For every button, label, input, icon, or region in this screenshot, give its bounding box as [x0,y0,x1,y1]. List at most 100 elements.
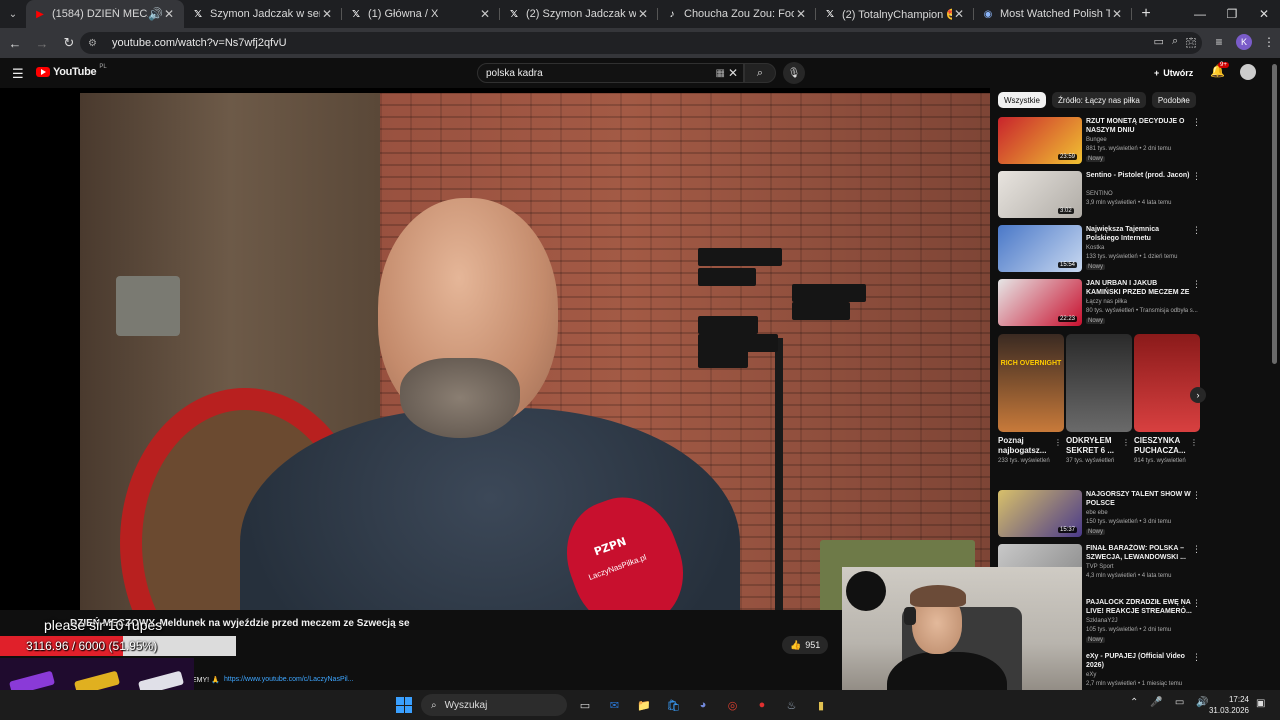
youtube-logo[interactable]: YouTube PL [36,64,107,78]
more-actions-icon[interactable]: ⋮ [1190,438,1198,447]
steam-icon[interactable]: ♨ [783,696,801,714]
outlook-icon[interactable]: ✉ [606,696,624,714]
browser-tab[interactable]: ▶ (1584) DZIEŃ MECZOWY. M🔊✕ [26,0,184,28]
more-actions-icon[interactable]: ⋮ [1122,438,1130,447]
video-player[interactable]: PZPN LaczyNasPilka.pl [0,88,990,610]
tab-close-icon[interactable]: ✕ [794,7,808,21]
channel-name[interactable]: Łączy nas piłka [1086,299,1127,305]
more-actions-icon[interactable]: ⋮ [1054,438,1062,447]
channel-name[interactable]: SzklanaY2J [1086,618,1118,624]
shorts-next-icon[interactable]: › [1190,387,1206,403]
short-thumbnail[interactable] [1134,334,1200,432]
address-bar[interactable]: ⚙ youtube.com/watch?v=Ns7wfj2qfvU ▭ ⌕ ☆ [80,32,1202,54]
explorer-icon[interactable]: ▭ [576,696,594,714]
tray-display-icon[interactable]: ▭ [1175,697,1184,708]
keyboard-icon[interactable]: ▦ [716,68,725,79]
clear-search-icon[interactable]: ✕ [728,66,738,80]
taskbar-search[interactable]: ⌕ Wyszukaj [421,694,567,716]
browser-tab[interactable]: 𝕏 Szymon Jadczak w serwisie X:✕ [184,0,342,28]
search-input[interactable]: polska kadra ▦ ✕ [477,63,744,83]
recommended-video[interactable]: 23:59 RZUT MONETĄ DECYDUJE O NASZYM DNIU B… [998,117,1201,167]
video-title[interactable]: PAJALOCK ZDRADZIŁ EWĘ NA LIVE! REAKCJE S… [1086,598,1192,616]
chips-next-icon[interactable]: › [1182,94,1185,105]
short-video[interactable]: CIESZYNKA PUCHACZA... 914 tys. wyświetleń… [1134,334,1200,466]
filter-chip[interactable]: Wszystkie [998,92,1046,108]
taskbar-clock[interactable]: 17:24 31.03.2026 [1205,694,1249,716]
maximize-icon[interactable]: ❐ [1216,0,1248,28]
files-icon[interactable]: 📁 [635,696,653,714]
browser-tab[interactable]: 𝕏 (2) TotalnyChampion 🤩🫡 w✕ [816,0,974,28]
video-title[interactable]: Największa Tajemnica Polskiego Internetu [1086,225,1192,243]
create-button[interactable]: + Utwórz [1154,64,1193,82]
cast-icon[interactable]: ▭ [1154,35,1164,48]
description-link[interactable]: https://www.youtube.com/c/LaczyNasPil... [224,676,354,683]
channel-name[interactable]: Kostka [1086,245,1104,251]
short-video[interactable]: ODKRYŁEM SEKRET 6 ... 37 tys. wyświetleń ⋮ [1066,334,1132,466]
close-window-icon[interactable]: ✕ [1248,0,1280,28]
like-button[interactable]: 👍 951 [782,636,829,654]
tray-chevron-icon[interactable]: ⌃ [1130,697,1138,708]
short-thumbnail[interactable]: RICH OVERNIGHT [998,334,1064,432]
recorder-icon[interactable]: ● [753,696,771,714]
back-icon[interactable]: ← [3,31,27,55]
profile-avatar[interactable]: K [1236,34,1252,50]
short-video[interactable]: RICH OVERNIGHT Poznaj najbogatsz... 233 ty… [998,334,1064,466]
filter-chip[interactable]: Źródło: Łączy nas piłka [1052,92,1146,108]
video-title[interactable]: Sentino - Pistolet (prod. Jacon) [1086,171,1192,180]
more-actions-icon[interactable]: ⋮ [1192,171,1201,182]
tab-search-icon[interactable]: ⌄ [0,0,26,28]
forward-icon[interactable]: → [30,31,54,55]
discord-icon[interactable]: ◕ [694,696,712,714]
page-scrollbar[interactable] [1272,64,1277,364]
voice-search-button[interactable]: 🎙 [783,62,805,84]
chrome-icon[interactable]: ◎ [724,696,742,714]
notification-center-icon[interactable]: ▣ [1256,698,1265,709]
media-control-icon[interactable]: ≡ [1208,31,1230,53]
recommended-video[interactable]: 15:54 Największa Tajemnica Polskiego Inte… [998,225,1201,275]
extensions-icon[interactable]: ⬚ [1180,31,1202,53]
video-title[interactable]: JAN URBAN I JAKUB KAMIŃSKI PRZED MECZEM … [1086,279,1192,297]
video-title[interactable]: FINAŁ BARAŻÓW: POLSKA – SZWECJA, LEWANDO… [1086,544,1192,562]
minimize-icon[interactable]: — [1184,0,1216,28]
zoom-icon[interactable]: ⌕ [1172,35,1178,48]
more-actions-icon[interactable]: ⋮ [1192,490,1201,501]
channel-name[interactable]: Bungee [1086,137,1107,143]
channel-name[interactable]: ebe ebe [1086,510,1108,516]
browser-tab[interactable]: 𝕏 (1) Główna / X ✕ [342,0,500,28]
tray-mic-icon[interactable]: 🎤 [1150,697,1162,708]
search-button[interactable]: ⌕ [744,63,776,83]
more-actions-icon[interactable]: ⋮ [1192,544,1201,555]
more-actions-icon[interactable]: ⋮ [1192,279,1201,290]
channel-name[interactable]: SENTINO [1086,191,1113,197]
store-icon[interactable]: 🛍 [665,696,683,714]
more-actions-icon[interactable]: ⋮ [1192,117,1201,128]
new-tab-button[interactable]: + [1132,5,1160,23]
browser-tab[interactable]: ◉ Most Watched Polish Twitch St✕ [974,0,1132,28]
tab-audio-icon[interactable]: 🔊 [148,7,163,21]
tab-close-icon[interactable]: ✕ [1110,7,1124,21]
browser-tab[interactable]: 𝕏 (2) Szymon Jadczak w serwisie✕ [500,0,658,28]
more-actions-icon[interactable]: ⋮ [1192,225,1201,236]
short-thumbnail[interactable] [1066,334,1132,432]
guide-menu-icon[interactable]: ☰ [12,66,24,82]
start-windows-icon[interactable] [396,697,412,713]
browser-menu-icon[interactable]: ⋮ [1258,31,1280,53]
video-title[interactable]: RZUT MONETĄ DECYDUJE O NASZYM DNIU [1086,117,1192,135]
tab-close-icon[interactable]: ✕ [636,7,650,21]
channel-name[interactable]: eXy [1086,672,1096,678]
site-info-icon[interactable]: ⚙ [88,38,102,49]
more-actions-icon[interactable]: ⋮ [1192,598,1201,609]
tab-close-icon[interactable]: ✕ [952,7,966,21]
more-actions-icon[interactable]: ⋮ [1192,652,1201,663]
account-avatar[interactable] [1240,64,1256,80]
recommended-video[interactable]: 3:02 Sentino - Pistolet (prod. Jacon) SENT… [998,171,1201,221]
app-icon[interactable]: ▮ [812,696,830,714]
tab-close-icon[interactable]: ✕ [162,7,176,21]
tab-close-icon[interactable]: ✕ [320,7,334,21]
video-title[interactable]: NAJGORSZY TALENT SHOW W POLSCE [1086,490,1192,508]
channel-name[interactable]: TVP Sport [1086,564,1114,570]
recommended-video[interactable]: 22:23 JAN URBAN I JAKUB KAMIŃSKI PRZED ME… [998,279,1201,329]
filter-chip[interactable]: Podobne [1151,92,1196,108]
video-title[interactable]: eXy - PUPAJEJ (Official Video 2026) [1086,652,1192,670]
tab-close-icon[interactable]: ✕ [478,7,492,21]
